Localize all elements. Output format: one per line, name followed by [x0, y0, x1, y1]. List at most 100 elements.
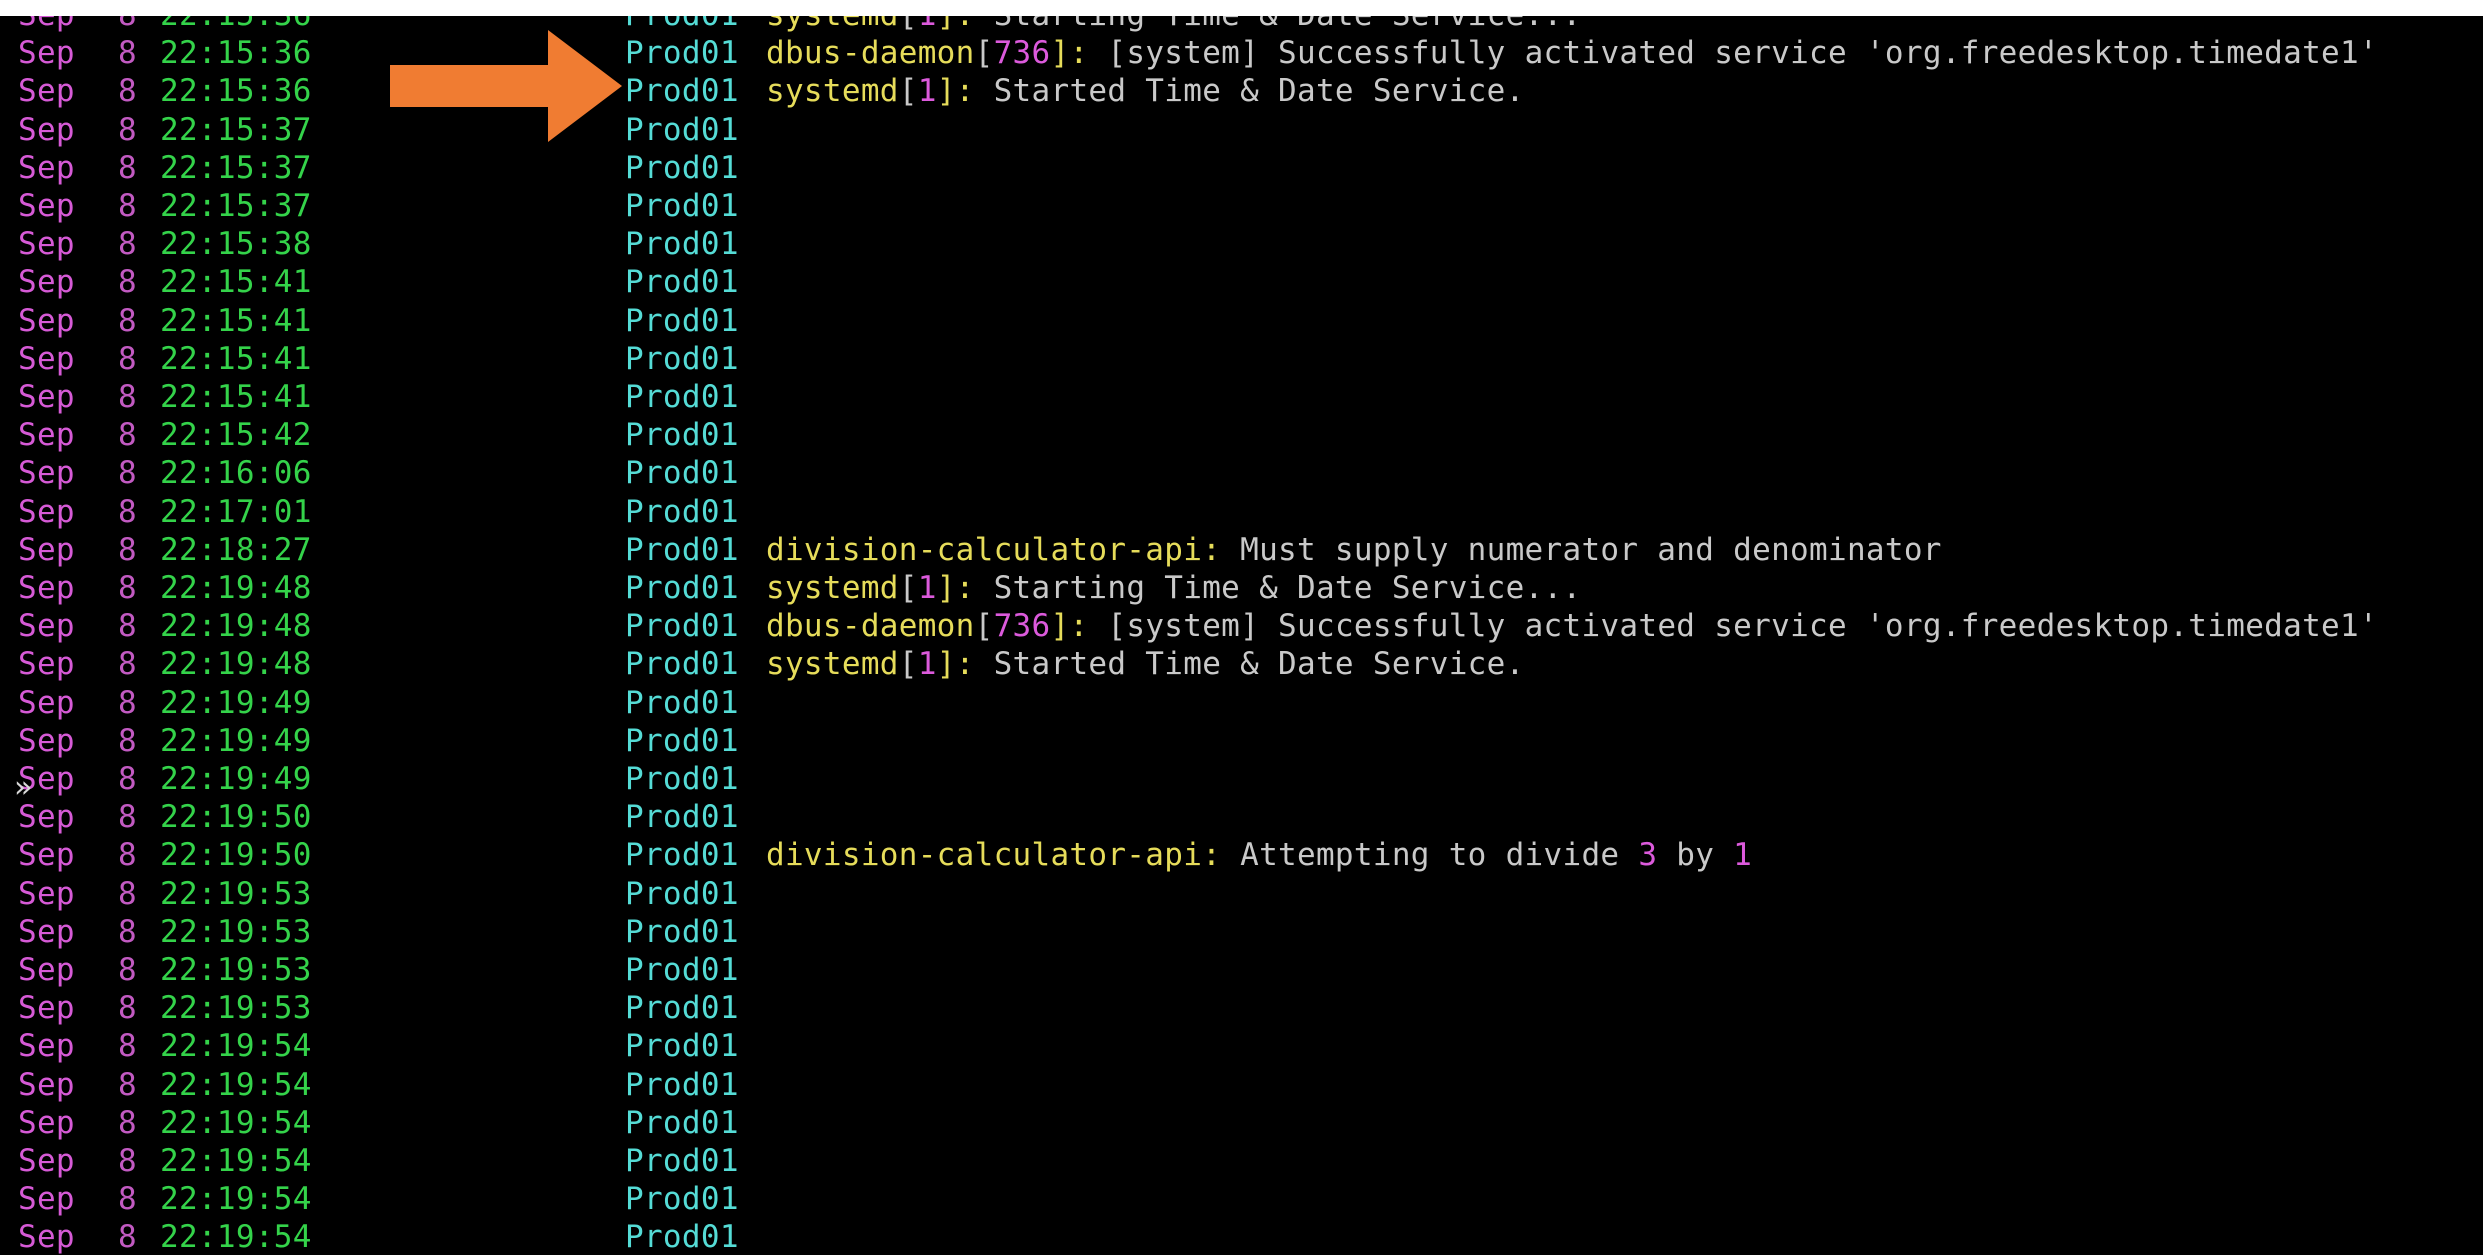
- log-month: Sep: [18, 16, 75, 34]
- log-time: 22:15:37: [160, 111, 312, 148]
- log-host: Prod01: [625, 340, 739, 377]
- log-host: Prod01: [625, 1104, 739, 1141]
- log-message: dbus-daemon[736]: [system] Successfully …: [766, 34, 2378, 72]
- log-month: Sep: [18, 340, 75, 377]
- log-month: Sep: [18, 722, 75, 759]
- log-message-segment: systemd: [766, 646, 899, 683]
- log-host: Prod01: [625, 1028, 739, 1065]
- log-line: Sep 8 22:15:36 Prod01 dbus-daemon[736]: [sys…: [0, 34, 2483, 72]
- log-line: Sep 8 22:19:49 Prod01: [0, 722, 2483, 760]
- log-host: Prod01: [625, 799, 739, 836]
- log-day: 8: [118, 1028, 137, 1065]
- log-line: Sep 8 22:19:53 Prod01: [0, 989, 2483, 1027]
- log-host: Prod01: [625, 226, 739, 263]
- log-message-segment: 1: [1733, 837, 1753, 874]
- log-host: Prod01: [625, 417, 739, 454]
- log-message-segment: [: [899, 16, 918, 33]
- log-line: Sep 8 22:19:50 Prod01 division-calculator-ap…: [0, 836, 2483, 874]
- log-day: 8: [118, 1219, 137, 1255]
- log-host: Prod01: [625, 379, 739, 415]
- log-host: Prod01: [625, 493, 739, 530]
- log-message-segment: 1: [918, 16, 937, 33]
- log-message-segment: Attempting to divide: [1221, 837, 1639, 874]
- log-day: 8: [118, 16, 137, 34]
- log-message: systemd[1]: Started Time & Date Service.: [766, 645, 1525, 683]
- log-host: Prod01: [625, 111, 739, 148]
- log-message-segment: systemd: [766, 73, 899, 110]
- log-message-segment: Must supply numerator and denominator: [1221, 531, 1942, 568]
- log-time: 22:19:54: [160, 1028, 312, 1065]
- log-day: 8: [118, 1181, 137, 1218]
- log-day: 8: [118, 35, 137, 72]
- log-month: Sep: [18, 608, 75, 645]
- log-host: Prod01: [625, 952, 739, 988]
- log-message-segment: ]:: [1050, 35, 1089, 72]
- log-month: Sep: [18, 646, 75, 683]
- log-month: Sep: [18, 531, 75, 568]
- log-time: 22:18:27: [160, 531, 312, 568]
- log-line: Sep 8 22:19:54 Prod01: [0, 1218, 2483, 1255]
- log-host: Prod01: [625, 761, 739, 797]
- log-message-segment: 736: [993, 35, 1051, 72]
- log-time: 22:19:49: [160, 722, 312, 759]
- log-host: Prod01: [625, 570, 739, 606]
- log-line: Sep 8 22:15:37 Prod01: [0, 187, 2483, 225]
- log-time: 22:19:54: [160, 1181, 312, 1218]
- log-month: Sep: [18, 188, 75, 224]
- log-host: Prod01: [625, 531, 739, 568]
- log-day: 8: [118, 149, 137, 186]
- log-time: 22:15:36: [160, 35, 312, 72]
- log-message-segment: 736: [993, 608, 1051, 645]
- log-message-segment: [: [974, 608, 994, 645]
- log-host: Prod01: [625, 16, 739, 34]
- log-line: Sep 8 22:17:01 Prod01: [0, 493, 2483, 531]
- log-message-segment: [system] Successfully activated service …: [1088, 608, 2378, 645]
- log-message-segment: ]:: [936, 646, 975, 683]
- log-time: 22:15:37: [160, 188, 312, 224]
- log-host: Prod01: [625, 1066, 739, 1103]
- log-line: Sep 8 22:19:54 Prod01: [0, 1066, 2483, 1104]
- log-host: Prod01: [625, 302, 739, 339]
- log-message-segment: [: [898, 73, 918, 110]
- log-day: 8: [118, 646, 137, 683]
- log-line: Sep 8 22:19:53 Prod01: [0, 951, 2483, 989]
- log-message-segment: 1: [917, 73, 937, 110]
- log-month: Sep: [18, 226, 75, 263]
- log-message-segment: [system] Successfully activated service …: [1088, 35, 2378, 72]
- log-month: Sep: [18, 1219, 75, 1255]
- log-message-segment: dbus-daemon: [766, 608, 975, 645]
- log-time: 22:19:54: [160, 1104, 312, 1141]
- log-day: 8: [118, 1143, 137, 1179]
- log-message: systemd[1]: Started Time & Date Service.: [766, 72, 1525, 110]
- log-month: Sep: [18, 35, 75, 72]
- log-month: Sep: [18, 570, 75, 606]
- log-line: Sep 8 22:19:48 Prod01 dbus-daemon[736]: [sys…: [0, 607, 2483, 645]
- log-day: 8: [118, 493, 137, 530]
- log-day: 8: [118, 684, 137, 721]
- log-line: Sep 8 22:15:41 Prod01: [0, 378, 2483, 416]
- terminal-window[interactable]: Sep822:15:36Prod01systemd[1]: Starting T…: [0, 16, 2483, 1255]
- log-time: 22:19:49: [160, 761, 312, 797]
- log-host: Prod01: [625, 875, 739, 912]
- log-message-segment: division-calculator-api:: [766, 531, 1222, 568]
- log-time: 22:19:50: [160, 799, 312, 836]
- log-host: Prod01: [625, 684, 739, 721]
- log-day: 8: [118, 570, 137, 606]
- log-time: 22:15:37: [160, 149, 312, 186]
- log-message-segment: Starting Time & Date Service...: [974, 570, 1582, 606]
- log-message-segment: Starting Time & Date Service...: [975, 16, 1582, 33]
- log-line: Sep 8 22:19:54 Prod01: [0, 1027, 2483, 1065]
- log-message-segment: [: [898, 646, 918, 683]
- log-host: Prod01: [625, 455, 739, 492]
- log-time: 22:15:38: [160, 226, 312, 263]
- log-day: 8: [118, 379, 137, 415]
- log-host: Prod01: [625, 149, 739, 186]
- log-line: Sep 8 22:19:54 Prod01: [0, 1180, 2483, 1218]
- log-host: Prod01: [625, 264, 739, 301]
- log-time: 22:15:42: [160, 417, 312, 454]
- log-time: 22:19:49: [160, 684, 312, 721]
- log-month: Sep: [18, 952, 75, 988]
- log-day: 8: [118, 340, 137, 377]
- log-message-segment: Started Time & Date Service.: [974, 73, 1525, 110]
- log-line: Sep 8 22:15:37 Prod01: [0, 111, 2483, 149]
